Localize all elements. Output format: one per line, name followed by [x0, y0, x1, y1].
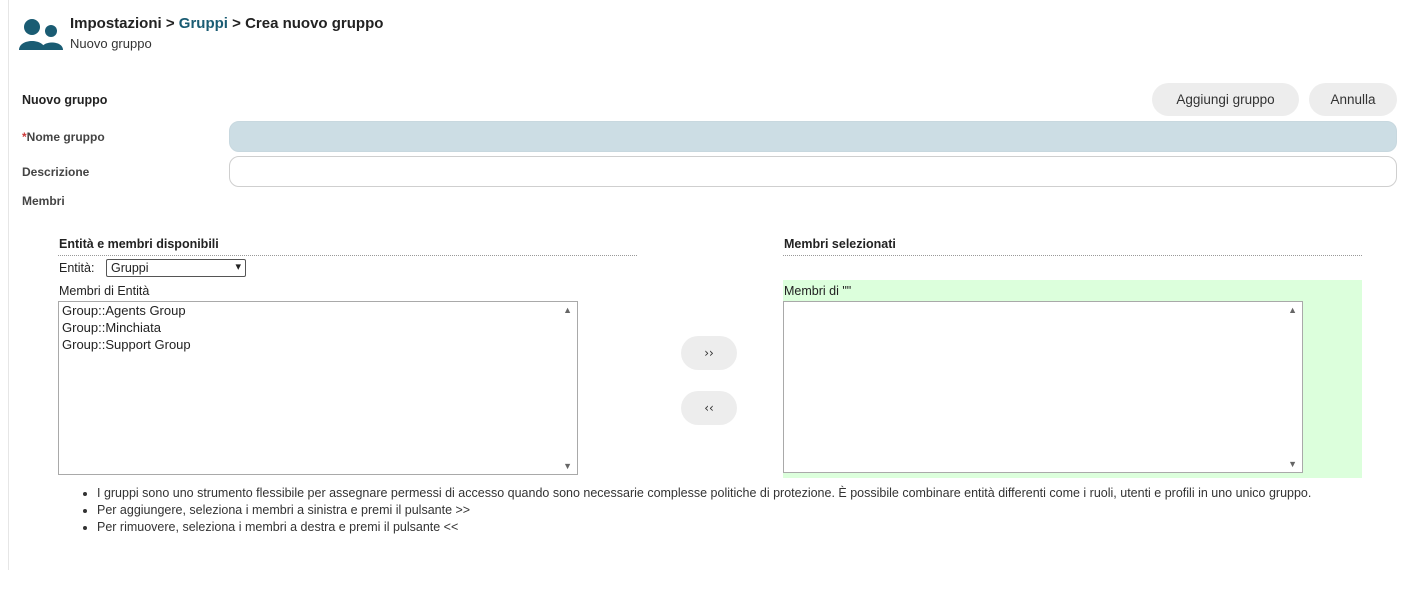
scroll-up-icon[interactable]: ▲: [1288, 305, 1297, 315]
list-item[interactable]: Group::Agents Group: [59, 302, 577, 319]
add-group-button[interactable]: Aggiungi gruppo: [1152, 83, 1299, 116]
breadcrumb: Impostazioni > Gruppi > Crea nuovo grupp…: [70, 15, 383, 32]
breadcrumb-separator: >: [161, 15, 179, 32]
group-name-input[interactable]: [229, 121, 1397, 152]
entity-select[interactable]: Gruppi ▾: [106, 259, 246, 277]
entity-selected-value: Gruppi: [111, 261, 149, 275]
remove-member-button[interactable]: ‹‹: [681, 391, 737, 425]
breadcrumb-link-groups[interactable]: Gruppi: [179, 15, 228, 32]
divider: [58, 255, 637, 256]
page-subtitle: Nuovo gruppo: [70, 36, 152, 51]
entity-label: Entità:: [59, 261, 95, 275]
scroll-down-icon[interactable]: ▼: [563, 461, 572, 471]
name-label-text: Nome gruppo: [26, 130, 105, 144]
breadcrumb-current: Crea nuovo gruppo: [245, 15, 384, 32]
form-title: Nuovo gruppo: [22, 93, 108, 107]
selected-title: Membri selezionati: [784, 237, 896, 251]
users-icon: [19, 19, 63, 50]
divider: [783, 255, 1362, 256]
members-label: Membri: [22, 194, 65, 208]
scroll-down-icon[interactable]: ▼: [1288, 459, 1297, 469]
cancel-button[interactable]: Annulla: [1309, 83, 1397, 116]
selected-members-label: Membri di "": [784, 284, 852, 298]
note-item: Per rimuovere, seleziona i membri a dest…: [97, 519, 1379, 536]
left-divider: [8, 0, 9, 570]
list-item[interactable]: Group::Support Group: [59, 336, 577, 353]
breadcrumb-separator: >: [227, 15, 246, 32]
scroll-up-icon[interactable]: ▲: [563, 305, 572, 315]
help-notes: I gruppi sono uno strumento flessibile p…: [79, 485, 1379, 536]
description-input[interactable]: [229, 156, 1397, 187]
note-item: Per aggiungere, seleziona i membri a sin…: [97, 502, 1379, 519]
note-item: I gruppi sono uno strumento flessibile p…: [97, 485, 1379, 502]
chevron-down-icon: ▾: [235, 261, 241, 273]
add-member-button[interactable]: ››: [681, 336, 737, 370]
name-label: *Nome gruppo: [22, 130, 105, 144]
entity-members-label: Membri di Entità: [59, 284, 150, 298]
available-members-list[interactable]: Group::Agents Group Group::Minchiata Gro…: [58, 301, 578, 475]
available-title: Entità e membri disponibili: [59, 237, 219, 251]
selected-members-list[interactable]: ▲ ▼: [783, 301, 1303, 473]
list-item[interactable]: Group::Minchiata: [59, 319, 577, 336]
breadcrumb-root: Impostazioni: [70, 15, 162, 32]
description-label: Descrizione: [22, 165, 90, 179]
